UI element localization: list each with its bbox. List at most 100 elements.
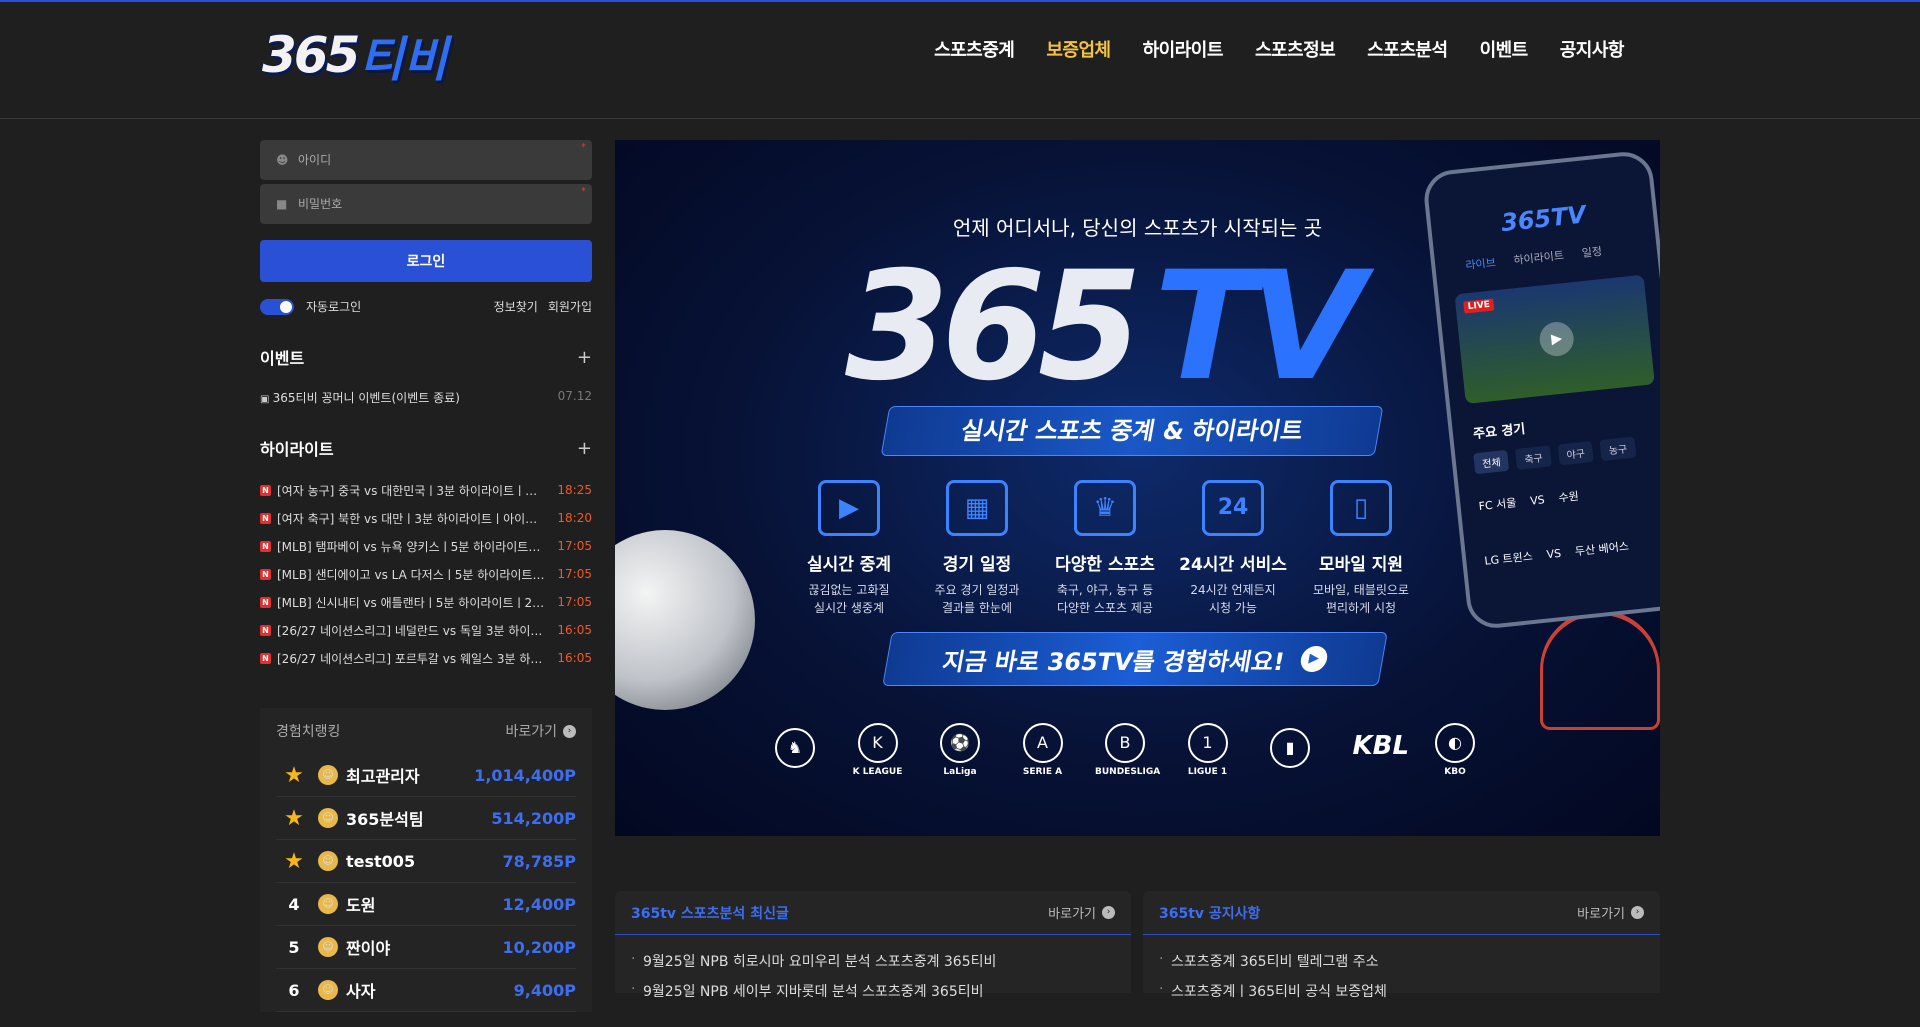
highlight-text: [MLB] 탬파베이 vs 뉴욕 양키스ㅣ5분 하이라이트ㅣ2...: [277, 539, 548, 554]
events-header: 이벤트 +: [260, 345, 592, 369]
highlights-title: 하이라이트: [260, 440, 334, 459]
panel-go-label: 바로가기: [1577, 907, 1625, 922]
league-glyph: ⚽: [940, 723, 980, 763]
match-vs: VS: [1545, 546, 1562, 561]
ligue1-icon: 1 LIGUE 1: [1178, 723, 1238, 777]
feature-title: 경기 일정: [942, 555, 1012, 575]
nav-events[interactable]: 이벤트: [1480, 36, 1529, 62]
phone-category: 축구: [1515, 445, 1552, 470]
list-item[interactable]: N [MLB] 탬파베이 vs 뉴욕 양키스ㅣ5분 하이라이트ㅣ2... 17:05: [260, 532, 592, 560]
auto-login-label: 자동로그인: [306, 300, 362, 314]
live-badge: LIVE: [1463, 298, 1495, 314]
list-item[interactable]: N [MLB] 샌디에이고 vs LA 다저스ㅣ5분 하이라이트ㅣ2... 17:0…: [260, 560, 592, 588]
avatar: ☺: [318, 937, 338, 957]
site-header: 365 티비 스포츠중계 보증업체 하이라이트 스포츠정보 스포츠분석 이벤트 …: [0, 2, 1920, 119]
table-row[interactable]: 5 ☺ 짠이야 10,200P: [276, 926, 576, 969]
list-item[interactable]: 스포츠중계 365티비 텔레그램 주소: [1159, 951, 1634, 981]
rank-name: 짠이야: [346, 939, 391, 958]
site-logo[interactable]: 365 티비: [262, 26, 448, 88]
avatar: ☺: [318, 808, 338, 828]
match-home: FC 서울: [1478, 496, 1517, 514]
user-icon: ☻: [276, 153, 289, 167]
feature-desc: 다양한 스포츠 제공: [1057, 601, 1153, 615]
find-info-link[interactable]: 정보찾기: [494, 298, 538, 315]
star-icon: ★: [284, 848, 304, 874]
nav-notices[interactable]: 공지사항: [1560, 36, 1625, 62]
star-icon: ★: [284, 762, 304, 788]
league-name: BUNDESLIGA: [1095, 767, 1161, 777]
match-home: LG 트윈스: [1483, 549, 1534, 568]
login-button[interactable]: 로그인: [260, 240, 592, 282]
table-row[interactable]: 4 ☺ 도원 12,400P: [276, 883, 576, 926]
banner-cta-button[interactable]: 지금 바로 365TV를 경험하세요! ▶: [882, 632, 1388, 686]
nav-sports-analysis[interactable]: 스포츠분석: [1367, 36, 1448, 62]
mobile-icon: ▯: [1330, 480, 1392, 536]
highlight-time: 18:20: [557, 511, 592, 525]
phone-tab: 일정: [1581, 244, 1603, 260]
list-item[interactable]: 9월25일 NPB 히로시마 요미우리 분석 스포츠중계 365티비: [631, 951, 1105, 981]
tv-play-icon: ▶: [818, 480, 880, 536]
panel-header: 365tv 공지사항 바로가기 ›: [1143, 891, 1660, 935]
list-item[interactable]: 9월25일 NPB 세이부 지바롯데 분석 스포츠중계 365티비: [631, 981, 1105, 1011]
list-item[interactable]: N [26/27 네이션스리그] 포르투갈 vs 웨일스 3분 하이라... 16:…: [260, 644, 592, 672]
phone-category: 야구: [1557, 440, 1594, 466]
highlights-more-button[interactable]: +: [577, 438, 592, 459]
feature-item: ▯ 모바일 지원 모바일, 태블릿으로 편리하게 시청: [1297, 480, 1425, 617]
league-glyph: ▮: [1270, 728, 1310, 768]
table-row[interactable]: ★ ☺ 365분석팀 514,200P: [276, 797, 576, 840]
events-more-button[interactable]: +: [577, 347, 592, 368]
feature-desc: 주요 경기 일정과: [934, 583, 1020, 597]
table-row[interactable]: 6 ☺ 사자 9,400P: [276, 969, 576, 1012]
nav-sports-info[interactable]: 스포츠정보: [1255, 36, 1336, 62]
main-nav: 스포츠중계 보증업체 하이라이트 스포츠정보 스포츠분석 이벤트 공지사항: [934, 36, 1624, 62]
ranking-go-button[interactable]: 바로가기 ›: [505, 721, 576, 741]
feature-item: ♛ 다양한 스포츠 축구, 야구, 농구 등 다양한 스포츠 제공: [1041, 480, 1169, 617]
rank-points: 514,200P: [491, 808, 576, 828]
signup-link[interactable]: 회원가입: [548, 298, 592, 315]
nav-highlights[interactable]: 하이라이트: [1143, 36, 1224, 62]
phone-video: LIVE ▶: [1454, 274, 1655, 404]
panel-go-button[interactable]: 바로가기 ›: [1577, 903, 1644, 922]
panel-go-button[interactable]: 바로가기 ›: [1048, 903, 1115, 922]
feature-desc: 실시간 생중계: [813, 601, 885, 615]
list-item[interactable]: N [26/27 네이션스리그] 네덜란드 vs 독일 3분 하이라이... 16:…: [260, 616, 592, 644]
list-item[interactable]: N [MLB] 신시내티 vs 애틀랜타ㅣ5분 하이라이트ㅣ202... 17:05: [260, 588, 592, 616]
password-input[interactable]: [298, 197, 558, 211]
new-badge-icon: N: [260, 484, 271, 496]
league-glyph: ♞: [775, 728, 815, 768]
auto-login-toggle[interactable]: [260, 298, 294, 315]
feature-title: 실시간 중계: [806, 555, 892, 575]
password-field: ■ *: [260, 184, 592, 224]
highlight-time: 18:25: [557, 483, 592, 497]
list-item[interactable]: 스포츠중계ㅣ365티비 공식 보증업체: [1159, 981, 1634, 1011]
feature-item: 24 24시간 서비스 24시간 언제든지 시청 가능: [1169, 480, 1297, 617]
match-vs: VS: [1529, 492, 1546, 508]
nav-verified-sites[interactable]: 보증업체: [1046, 36, 1111, 62]
table-row[interactable]: ★ ☺ test005 78,785P: [276, 840, 576, 883]
table-row[interactable]: ★ ☺ 최고관리자 1,014,400P: [276, 754, 576, 797]
list-item[interactable]: N [여자 축구] 북한 vs 대만ㅣ3분 하이라이트ㅣ아이치-나... 18:20: [260, 504, 592, 532]
list-item[interactable]: N [여자 농구] 중국 vs 대한민국ㅣ3분 하이라이트ㅣ아이... 18:25: [260, 476, 592, 504]
feature-desc: 축구, 야구, 농구 등: [1056, 583, 1154, 597]
auto-login-row: 자동로그인 정보찾기 회원가입: [260, 298, 592, 315]
new-badge-icon: N: [260, 652, 271, 664]
required-mark: *: [581, 142, 586, 153]
new-badge-icon: N: [260, 624, 271, 636]
required-mark: *: [581, 186, 586, 197]
hero-banner[interactable]: 언제 어디서나, 당신의 스포츠가 시작되는 곳 365 TV 실시간 스포츠 중…: [615, 140, 1660, 836]
phone-match: FC 서울 VS 수원: [1478, 488, 1580, 514]
event-item[interactable]: ▣ 365티비 꽁머니 이벤트(이벤트 종료) 07.12: [260, 389, 592, 406]
ranking-box: 경험치랭킹 바로가기 › ★ ☺ 최고관리자 1,014,400P ★ ☺ 365분석팀 51…: [260, 708, 592, 1012]
league-name: LIGUE 1: [1187, 767, 1228, 777]
feature-desc: 모바일, 태블릿으로: [1313, 583, 1409, 597]
highlight-time: 17:05: [557, 595, 592, 609]
feature-item: ▶ 실시간 중계 끊김없는 고화질 실시간 생중계: [785, 480, 913, 617]
events-title: 이벤트: [260, 349, 305, 368]
new-badge-icon: N: [260, 512, 271, 524]
rank-position: 4: [288, 894, 300, 914]
id-input[interactable]: [298, 153, 558, 167]
rank-position: 5: [288, 937, 300, 957]
league-glyph: ◐: [1435, 723, 1475, 763]
nav-sports-live[interactable]: 스포츠중계: [934, 36, 1015, 62]
feature-item: ▦ 경기 일정 주요 경기 일정과 결과를 한눈에: [913, 480, 1041, 617]
